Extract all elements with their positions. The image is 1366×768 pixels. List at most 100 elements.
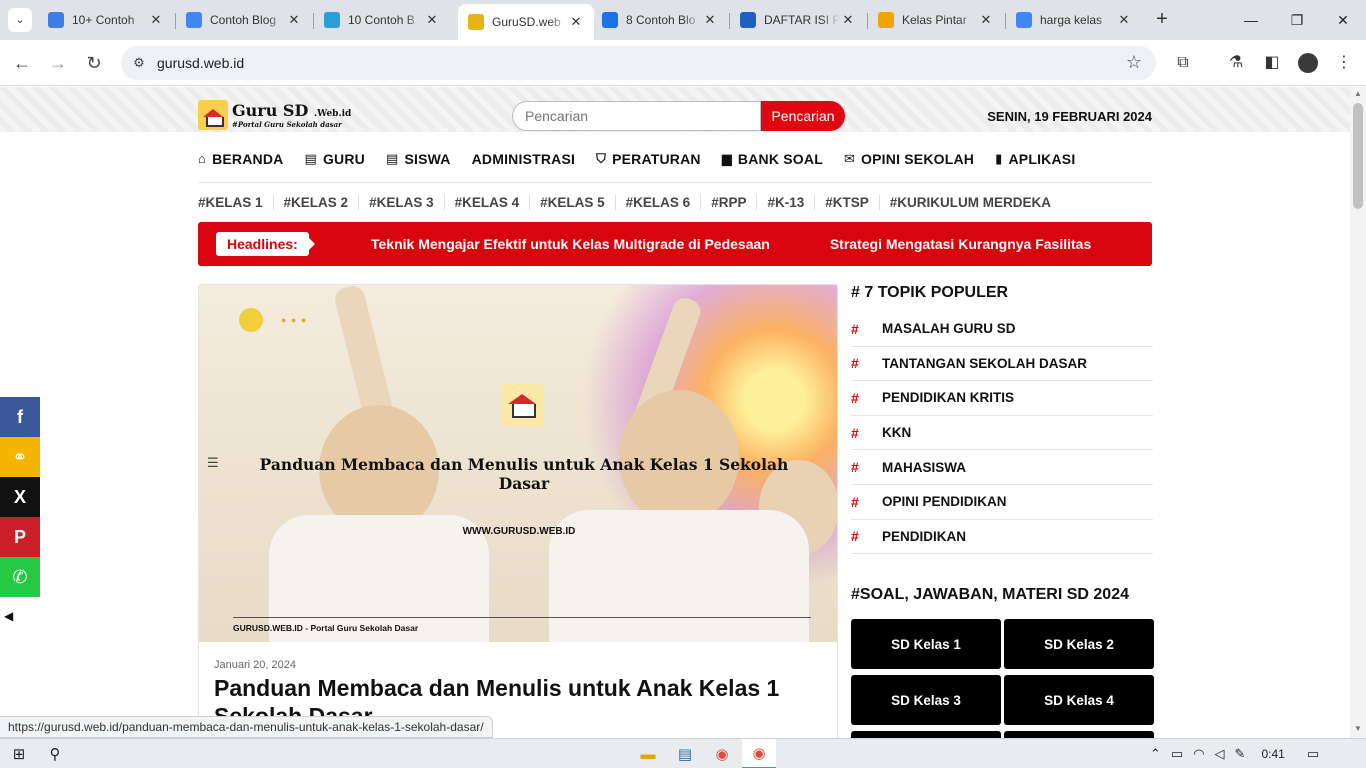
soal-button[interactable]: SD Kelas 2 [1004, 619, 1154, 670]
scroll-down-arrow[interactable]: ▼ [1350, 724, 1366, 733]
browser-tab[interactable]: harga kelas ✕ [1006, 4, 1142, 36]
search-button[interactable]: Pencarian [761, 101, 845, 131]
soal-button[interactable] [851, 731, 1001, 738]
nav-item[interactable]: ✉ OPINI SEKOLAH [844, 151, 974, 167]
soal-button[interactable]: SD Kelas 4 [1004, 675, 1154, 726]
nav-item[interactable]: ⛉ PERATURAN [596, 151, 701, 167]
whatsapp-share-button[interactable]: ✆ [0, 557, 40, 597]
nav-item[interactable]: ▮ APLIKASI [995, 151, 1075, 167]
close-tab-icon[interactable]: ✕ [286, 12, 302, 28]
tag-link[interactable]: #KELAS 1 [198, 195, 273, 210]
tag-link[interactable]: #KTSP [814, 194, 879, 210]
pinterest-share-button[interactable]: P [0, 517, 40, 557]
reload-button[interactable]: ↻ [80, 49, 108, 77]
topic-item[interactable]: # PENDIDIKAN KRITIS [851, 381, 1153, 416]
topic-item[interactable]: # OPINI PENDIDIKAN [851, 485, 1153, 520]
tag-link[interactable]: #KELAS 2 [272, 194, 359, 210]
page-scrollbar[interactable]: ▲ ▼ [1350, 87, 1366, 738]
site-logo[interactable]: Guru SD .Web.id #Portal Guru Sekolah das… [198, 100, 351, 130]
tab-title: Kelas Pintar [902, 13, 967, 27]
tab-title: 10 Contoh B [348, 13, 415, 27]
facebook-share-button[interactable]: f [0, 397, 40, 437]
tag-link[interactable]: #KELAS 3 [358, 194, 444, 210]
labs-icon[interactable]: ⚗ [1224, 51, 1248, 75]
topic-item[interactable]: # KKN [851, 416, 1153, 451]
notepad-icon[interactable]: ▤ [668, 739, 702, 768]
close-tab-icon[interactable]: ✕ [424, 12, 440, 28]
nav-item[interactable]: ADMINISTRASI [472, 151, 576, 167]
extensions-icon[interactable]: ⧉ [1171, 51, 1195, 75]
copy-link-share-button[interactable]: ⚭ [0, 437, 40, 477]
x-share-button[interactable]: X [0, 477, 40, 517]
battery-icon[interactable]: ▭ [1171, 746, 1183, 762]
topic-label: KKN [882, 425, 912, 441]
restore-button[interactable]: ❐ [1274, 0, 1320, 40]
back-button[interactable]: ← [8, 49, 36, 77]
close-tab-icon[interactable]: ✕ [148, 12, 164, 28]
bookmark-star-icon[interactable]: ☆ [1126, 52, 1142, 73]
headline-link[interactable]: Teknik Mengajar Efektif untuk Kelas Mult… [371, 222, 770, 266]
scroll-up-arrow[interactable]: ▲ [1350, 89, 1366, 98]
topic-item[interactable]: # MAHASISWA [851, 450, 1153, 485]
browser-tab[interactable]: DAFTAR ISI P ✕ [730, 4, 866, 36]
topic-item[interactable]: # PENDIDIKAN [851, 520, 1153, 555]
side-panel-icon[interactable]: ◧ [1260, 51, 1284, 75]
browser-tab[interactable]: GuruSD.web ✕ [458, 4, 594, 40]
browser-tab[interactable]: Contoh Blog ✕ [176, 4, 312, 36]
windows-taskbar: ⊞ ⚲ ▬ ▤ ◉ ◉ ⌃ ▭ ◠ ◁ ✎ 0:41 ▭ [0, 738, 1366, 768]
address-bar[interactable]: ⚙ gurusd.web.id ☆ [121, 46, 1156, 80]
start-button[interactable]: ⊞ [2, 739, 36, 768]
hash-icon: # [851, 389, 859, 406]
close-tab-icon[interactable]: ✕ [702, 12, 718, 28]
tag-link[interactable]: #RPP [700, 194, 756, 210]
tag-link[interactable]: #K-13 [756, 194, 814, 210]
tag-link[interactable]: #KELAS 6 [614, 194, 701, 210]
volume-icon[interactable]: ◁ [1215, 746, 1225, 762]
clock[interactable]: 0:41 [1261, 747, 1284, 761]
nav-item[interactable]: ▤ GURU [304, 151, 365, 167]
hide-share-icon[interactable]: ◀ [4, 609, 13, 623]
pen-icon[interactable]: ✎ [1235, 746, 1246, 762]
file-explorer-icon[interactable]: ▬ [631, 739, 665, 768]
scroll-thumb[interactable] [1353, 103, 1363, 209]
article-thumbnail[interactable]: ● ● ● ☰ Panduan Membaca dan Menulis untu… [199, 285, 837, 642]
forward-button[interactable]: → [44, 49, 72, 77]
soal-button[interactable]: SD Kelas 1 [851, 619, 1001, 670]
topic-item[interactable]: # TANTANGAN SEKOLAH DASAR [851, 347, 1153, 382]
browser-menu-icon[interactable]: ⋮ [1332, 51, 1356, 75]
close-window-button[interactable]: ✕ [1320, 0, 1366, 40]
close-tab-icon[interactable]: ✕ [978, 12, 994, 28]
browser-tab[interactable]: 10 Contoh B ✕ [314, 4, 450, 36]
headline-link[interactable]: Strategi Mengatasi Kurangnya Fasilitas [830, 222, 1091, 266]
chrome-icon[interactable]: ◉ [705, 739, 739, 768]
hamburger-icon[interactable]: ☰ [207, 455, 219, 471]
browser-tab[interactable]: 8 Contoh Blo ✕ [592, 4, 728, 36]
new-tab-button[interactable]: + [1150, 8, 1174, 32]
tag-link[interactable]: #KELAS 5 [529, 194, 615, 210]
tag-link[interactable]: #KURIKULUM MERDEKA [878, 194, 1061, 210]
tag-link[interactable]: #KELAS 4 [443, 194, 530, 210]
address-url[interactable]: gurusd.web.id [157, 55, 244, 71]
soal-button[interactable] [1004, 731, 1154, 738]
close-tab-icon[interactable]: ✕ [1116, 12, 1132, 28]
nav-item[interactable]: ▤ SISWA [386, 151, 451, 167]
topic-item[interactable]: # MASALAH GURU SD [851, 312, 1153, 347]
tab-search-button[interactable]: ⌄ [8, 8, 32, 32]
tray-chevron-icon[interactable]: ⌃ [1150, 746, 1161, 762]
chrome-active-icon[interactable]: ◉ [742, 739, 776, 768]
nav-item[interactable]: ▆ BANK SOAL [722, 151, 823, 167]
search-input[interactable] [512, 101, 761, 131]
notification-icon[interactable]: ▭ [1307, 746, 1319, 762]
soal-button[interactable]: SD Kelas 3 [851, 675, 1001, 726]
wifi-icon[interactable]: ◠ [1193, 746, 1204, 762]
nav-item[interactable]: ⌂ BERANDA [198, 151, 283, 167]
site-info-icon[interactable]: ⚙ [129, 53, 149, 73]
featured-article[interactable]: ● ● ● ☰ Panduan Membaca dan Menulis untu… [198, 284, 838, 738]
close-tab-icon[interactable]: ✕ [840, 12, 856, 28]
browser-tab[interactable]: Kelas Pintar ✕ [868, 4, 1004, 36]
minimize-button[interactable]: — [1228, 0, 1274, 40]
close-tab-icon[interactable]: ✕ [568, 14, 584, 30]
browser-tab[interactable]: 10+ Contoh ✕ [38, 4, 174, 36]
profile-avatar[interactable] [1296, 51, 1320, 75]
search-taskbar-icon[interactable]: ⚲ [38, 739, 72, 768]
